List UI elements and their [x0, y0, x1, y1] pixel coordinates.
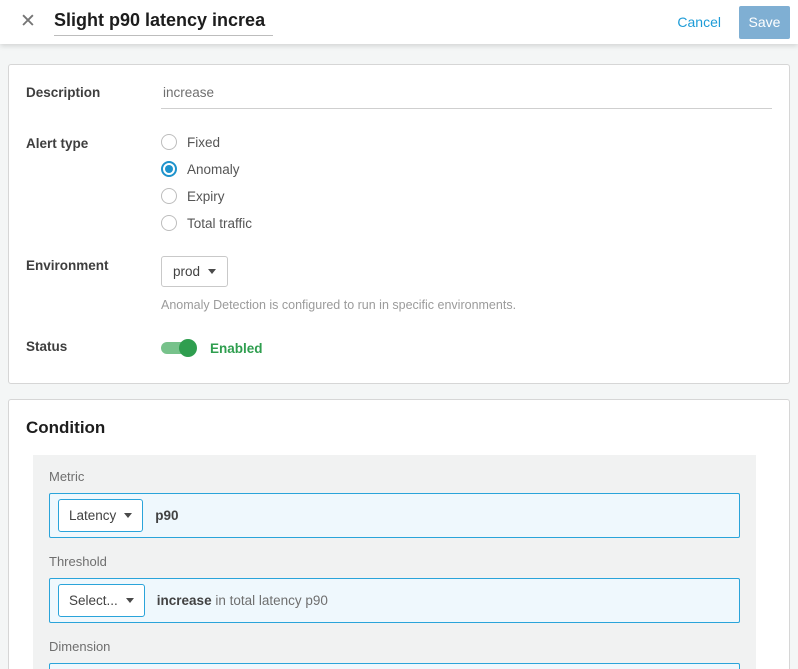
threshold-bold-text: increase [157, 593, 212, 608]
environment-dropdown-value: prod [173, 264, 200, 279]
radio-anomaly[interactable]: Anomaly [161, 161, 772, 177]
radio-fixed[interactable]: Fixed [161, 134, 772, 150]
alert-type-label: Alert type [26, 134, 161, 151]
environment-helper-text: Anomaly Detection is configured to run i… [161, 298, 772, 312]
condition-panel: Metric Latency p90 Threshold Select... [33, 455, 756, 669]
environment-label: Environment [26, 256, 161, 273]
radio-fixed-label: Fixed [187, 135, 220, 150]
radio-expiry[interactable]: Expiry [161, 188, 772, 204]
radio-circle-icon [161, 215, 177, 231]
metric-group: Metric Latency p90 [49, 469, 740, 538]
threshold-dropdown-value: Select... [69, 593, 118, 608]
threshold-dropdown[interactable]: Select... [58, 584, 145, 617]
description-row: Description increase [26, 83, 772, 109]
alert-title-input[interactable]: Slight p90 latency increa [54, 8, 273, 36]
description-input[interactable]: increase [161, 83, 772, 109]
toggle-knob [179, 339, 197, 357]
threshold-description-text: increase in total latency p90 [157, 593, 328, 608]
radio-circle-icon [161, 188, 177, 204]
radio-anomaly-label: Anomaly [187, 162, 240, 177]
threshold-row: Select... increase in total latency p90 [49, 578, 740, 623]
metric-row: Latency p90 [49, 493, 740, 538]
threshold-rest-text: in total latency p90 [212, 593, 328, 608]
page-body: Description increase Alert type Fixed An… [0, 44, 798, 669]
threshold-label: Threshold [49, 554, 740, 569]
radio-total-traffic-label: Total traffic [187, 216, 252, 231]
threshold-group: Threshold Select... increase in total la… [49, 554, 740, 623]
chevron-down-icon [208, 269, 216, 274]
condition-heading: Condition [26, 418, 772, 438]
radio-total-traffic[interactable]: Total traffic [161, 215, 772, 231]
metric-dropdown-value: Latency [69, 508, 116, 523]
description-label: Description [26, 83, 161, 100]
dimension-row: All proxies and targets detected Region … [49, 663, 740, 669]
radio-circle-icon [161, 134, 177, 150]
header-bar: ✕ Slight p90 latency increa Cancel Save [0, 0, 798, 44]
save-button[interactable]: Save [739, 6, 790, 39]
radio-expiry-label: Expiry [187, 189, 225, 204]
environment-dropdown[interactable]: prod [161, 256, 228, 287]
dimension-label: Dimension [49, 639, 740, 654]
cancel-button[interactable]: Cancel [677, 14, 721, 30]
radio-circle-selected-icon [161, 161, 177, 177]
status-value: Enabled [210, 341, 263, 356]
chevron-down-icon [124, 513, 132, 518]
condition-card: Condition Metric Latency p90 Threshold S… [8, 399, 790, 669]
close-icon[interactable]: ✕ [16, 10, 40, 34]
environment-row: Environment prod Anomaly Detection is co… [26, 256, 772, 312]
alert-type-row: Alert type Fixed Anomaly Expiry Total tr… [26, 134, 772, 231]
chevron-down-icon [126, 598, 134, 603]
general-settings-card: Description increase Alert type Fixed An… [8, 64, 790, 384]
status-toggle[interactable] [161, 339, 197, 357]
metric-label: Metric [49, 469, 740, 484]
metric-value-text: p90 [155, 508, 178, 523]
metric-dropdown[interactable]: Latency [58, 499, 143, 532]
status-label: Status [26, 337, 161, 354]
status-row: Status Enabled [26, 337, 772, 357]
dimension-group: Dimension All proxies and targets detect… [49, 639, 740, 669]
